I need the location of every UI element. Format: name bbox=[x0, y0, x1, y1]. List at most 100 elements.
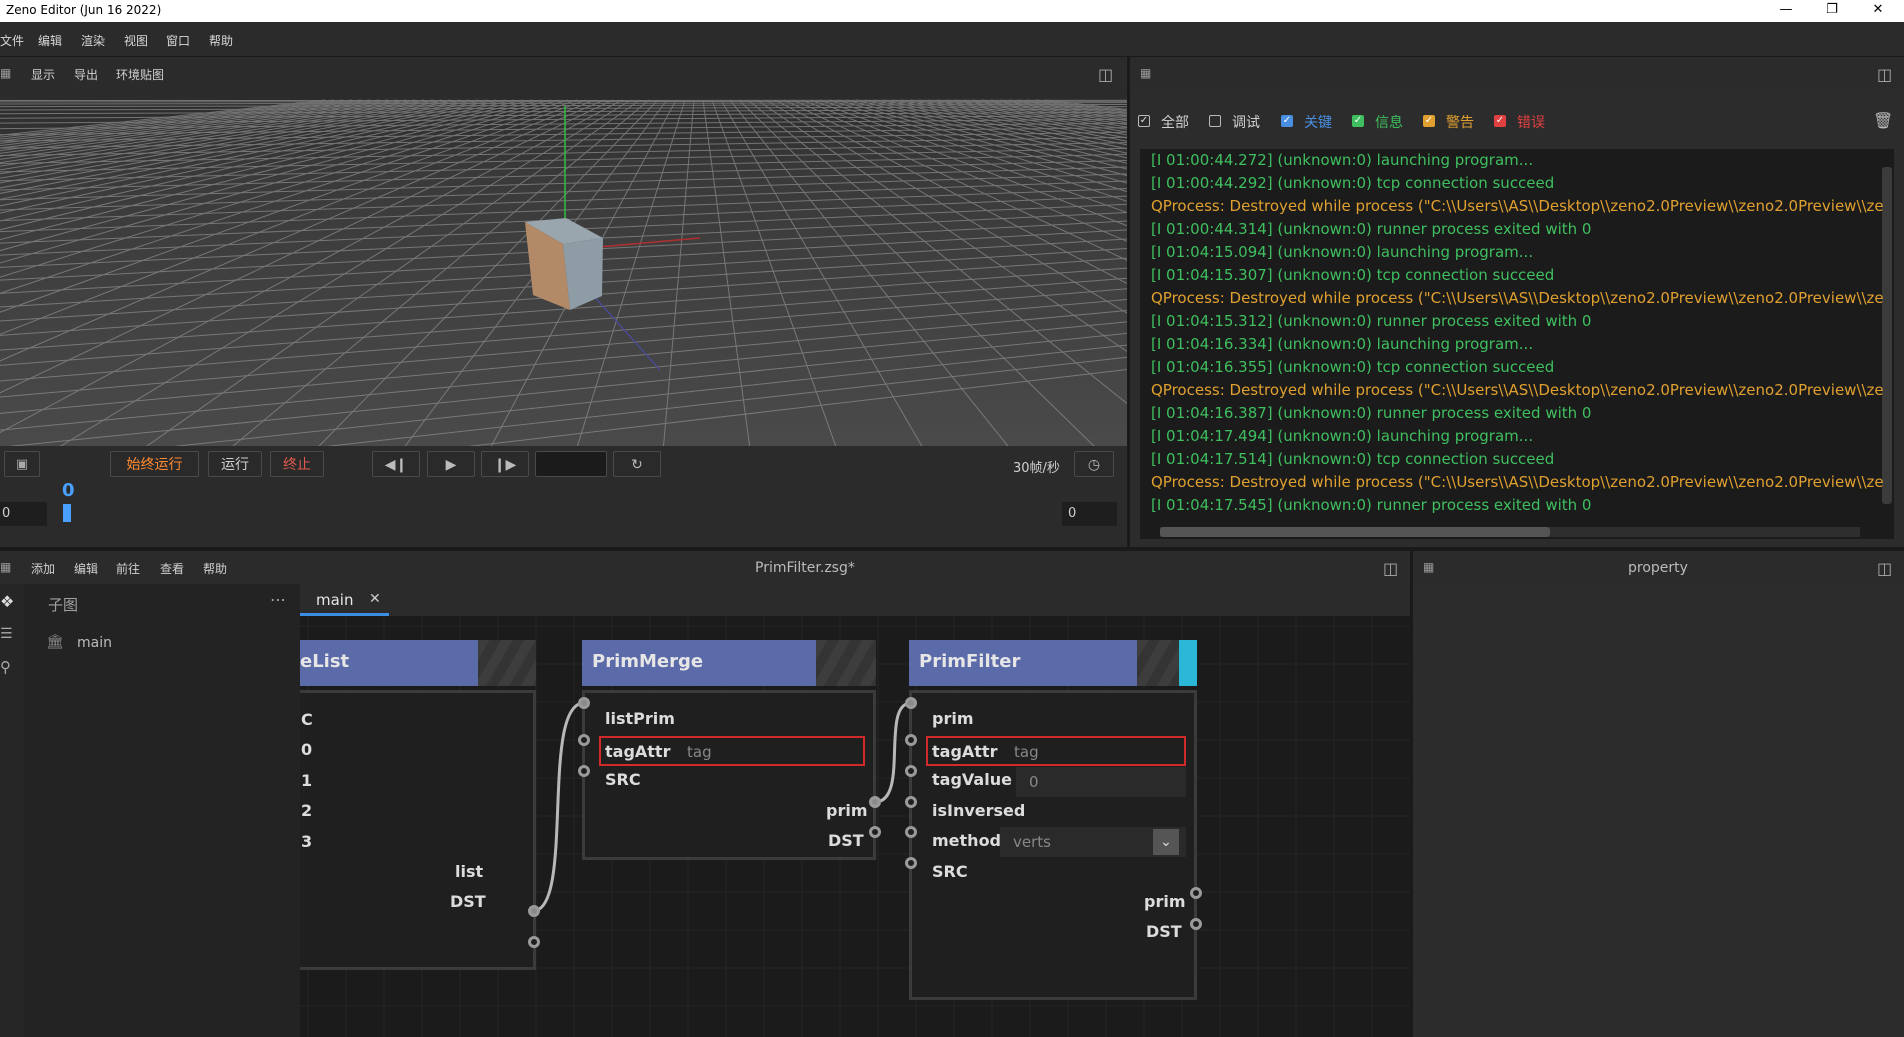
primfilter-tagattr-field[interactable]: tagAttr tag bbox=[926, 736, 1186, 766]
makelist-list-socket[interactable] bbox=[528, 905, 540, 917]
makelist-dst-socket[interactable] bbox=[528, 936, 540, 948]
primfilter-src-socket[interactable] bbox=[905, 857, 917, 869]
primfilter-out-dst-socket[interactable] bbox=[1190, 918, 1202, 930]
menu-edit[interactable]: 编辑 bbox=[38, 32, 62, 49]
minimize-icon[interactable]: — bbox=[1766, 0, 1806, 22]
start-frame-input[interactable]: 0 bbox=[0, 502, 47, 526]
primfilter-method-select[interactable]: verts ⌄ bbox=[1000, 827, 1186, 857]
log-line: [I 01:04:16.334] (unknown:0) launching p… bbox=[1151, 335, 1534, 353]
screenshot-button[interactable]: ▣ bbox=[4, 451, 40, 477]
menu-window[interactable]: 窗口 bbox=[166, 32, 190, 49]
chevron-down-icon[interactable]: ⌄ bbox=[1153, 829, 1179, 855]
tab-close-icon[interactable]: ✕ bbox=[369, 591, 381, 607]
primfilter-tagvalue-field[interactable]: 0 bbox=[1016, 767, 1186, 797]
primmerge-listprim-socket[interactable] bbox=[578, 697, 590, 709]
log-filter-checkbox[interactable]: ✓ bbox=[1494, 115, 1506, 127]
close-icon[interactable]: ✕ bbox=[1858, 0, 1898, 22]
end-frame-input[interactable]: 0 bbox=[1062, 502, 1117, 526]
stop-button[interactable]: 终止 bbox=[270, 451, 324, 477]
node-primfilter-view-toggle[interactable] bbox=[1179, 640, 1197, 686]
viewport-menu-display[interactable]: 显示 bbox=[31, 66, 55, 83]
clock-icon[interactable]: ◷ bbox=[1074, 451, 1114, 477]
editor-menu-edit[interactable]: 编辑 bbox=[74, 560, 98, 577]
makelist-output-list: list bbox=[455, 862, 484, 881]
viewport-menu-export[interactable]: 导出 bbox=[74, 66, 98, 83]
node-primfilter-body[interactable]: prim tagAttr tag tagValue 0 isInversed m… bbox=[909, 690, 1197, 1000]
nodes-icon[interactable]: ❖ bbox=[0, 592, 14, 611]
next-frame-button[interactable]: ❙▶ bbox=[481, 451, 529, 477]
log-filter-label[interactable]: 信息 bbox=[1375, 112, 1403, 132]
node-makelist-header[interactable]: eList bbox=[300, 640, 536, 686]
loop-button[interactable]: ↻ bbox=[613, 451, 661, 477]
run-button[interactable]: 运行 bbox=[208, 451, 262, 477]
menu-render[interactable]: 渲染 bbox=[81, 32, 105, 49]
tree-icon[interactable]: ☰ bbox=[0, 626, 13, 642]
timeline-cursor[interactable] bbox=[63, 504, 71, 522]
primfilter-prim-socket[interactable] bbox=[905, 697, 917, 709]
menu-file[interactable]: 文件 bbox=[0, 32, 24, 49]
always-run-button[interactable]: 始终运行 bbox=[110, 451, 199, 477]
viewport-float-icon[interactable]: ◫ bbox=[1098, 65, 1113, 84]
primmerge-src-socket[interactable] bbox=[578, 765, 590, 777]
editor-dock-icon[interactable]: ▦ bbox=[0, 560, 11, 574]
node-primfilter-header[interactable]: PrimFilter bbox=[909, 640, 1197, 686]
editor-float-icon[interactable]: ◫ bbox=[1383, 559, 1398, 578]
more-icon[interactable]: ⋯ bbox=[270, 590, 286, 609]
node-primmerge-body[interactable]: listPrim tagAttr tag SRC prim DST bbox=[582, 690, 876, 860]
menu-help[interactable]: 帮助 bbox=[209, 32, 233, 49]
primmerge-tagattr-socket[interactable] bbox=[578, 734, 590, 746]
node-editor-panel: ▦ 添加 编辑 前往 查看 帮助 PrimFilter.zsg* ◫ ❖ ☰ ⚲… bbox=[0, 551, 1410, 1037]
log-float-icon[interactable]: ◫ bbox=[1877, 65, 1892, 84]
makelist-input-1: 1 bbox=[301, 771, 313, 790]
editor-menu-goto[interactable]: 前往 bbox=[116, 560, 140, 577]
cube[interactable] bbox=[525, 218, 603, 310]
log-filter-label[interactable]: 调试 bbox=[1232, 112, 1260, 132]
log-dock-icon[interactable]: ▦ bbox=[1140, 66, 1151, 80]
editor-menu-help[interactable]: 帮助 bbox=[203, 560, 227, 577]
log-filter-checkbox[interactable]: ✓ bbox=[1138, 115, 1150, 127]
node-makelist-body[interactable]: C 0 1 2 3 list DST bbox=[300, 690, 536, 970]
log-line: QProcess: Destroyed while process ("C:\\… bbox=[1151, 197, 1885, 215]
editor-menu-add[interactable]: 添加 bbox=[31, 560, 55, 577]
restore-icon[interactable]: ❐ bbox=[1812, 0, 1852, 22]
primfilter-method-socket[interactable] bbox=[905, 826, 917, 838]
title-bar: Zeno Editor (Jun 16 2022) — ❐ ✕ bbox=[0, 0, 1904, 22]
log-line: [I 01:00:44.292] (unknown:0) tcp connect… bbox=[1151, 174, 1555, 192]
play-button[interactable]: ▶ bbox=[427, 451, 475, 477]
property-float-icon[interactable]: ◫ bbox=[1877, 559, 1892, 578]
viewport-menu-envmap[interactable]: 环境贴图 bbox=[116, 66, 164, 83]
prev-frame-button[interactable]: ◀❙ bbox=[372, 451, 420, 477]
log-line: [I 01:04:16.387] (unknown:0) runner proc… bbox=[1151, 404, 1592, 422]
primmerge-prim-socket[interactable] bbox=[869, 796, 881, 808]
log-filter-checkbox[interactable]: ✓ bbox=[1423, 115, 1435, 127]
search-icon[interactable]: ⚲ bbox=[0, 658, 11, 676]
log-hscroll-thumb[interactable] bbox=[1160, 527, 1550, 537]
primfilter-isinversed-socket[interactable] bbox=[905, 796, 917, 808]
log-filter-label[interactable]: 错误 bbox=[1517, 112, 1545, 132]
property-dock-icon[interactable]: ▦ bbox=[1423, 560, 1434, 574]
primfilter-tagattr-value: tag bbox=[1014, 743, 1039, 761]
subgraph-item-main[interactable]: main bbox=[77, 635, 112, 651]
log-filter-checkbox[interactable] bbox=[1209, 115, 1221, 127]
primmerge-dst-socket[interactable] bbox=[869, 826, 881, 838]
primmerge-tagattr-field[interactable]: tagAttr tag bbox=[599, 736, 865, 766]
tab-main[interactable]: main ✕ bbox=[300, 584, 389, 616]
log-filter-checkbox[interactable]: ✓ bbox=[1352, 115, 1364, 127]
node-primmerge-header[interactable]: PrimMerge bbox=[582, 640, 876, 686]
node-primfilter-title: PrimFilter bbox=[919, 651, 1021, 672]
log-filter-label[interactable]: 警告 bbox=[1446, 112, 1474, 132]
editor-menu-view[interactable]: 查看 bbox=[160, 560, 184, 577]
primfilter-tagvalue-socket[interactable] bbox=[905, 765, 917, 777]
log-filter-label[interactable]: 关键 bbox=[1304, 112, 1332, 132]
trash-icon[interactable]: 🗑 bbox=[1873, 111, 1893, 130]
viewport-dock-icon[interactable]: ▦ bbox=[0, 66, 11, 80]
log-filter-label[interactable]: 全部 bbox=[1161, 112, 1189, 132]
menu-view[interactable]: 视图 bbox=[124, 32, 148, 49]
3d-viewport[interactable] bbox=[0, 90, 1127, 446]
log-filter-checkbox[interactable]: ✓ bbox=[1281, 115, 1293, 127]
primfilter-tagattr-socket[interactable] bbox=[905, 734, 917, 746]
graph-canvas[interactable]: eList C 0 1 2 3 list DST PrimMerge listP… bbox=[300, 616, 1410, 1037]
frame-input[interactable] bbox=[535, 451, 607, 477]
log-line: [I 01:04:15.307] (unknown:0) tcp connect… bbox=[1151, 266, 1555, 284]
primfilter-out-prim-socket[interactable] bbox=[1190, 887, 1202, 899]
